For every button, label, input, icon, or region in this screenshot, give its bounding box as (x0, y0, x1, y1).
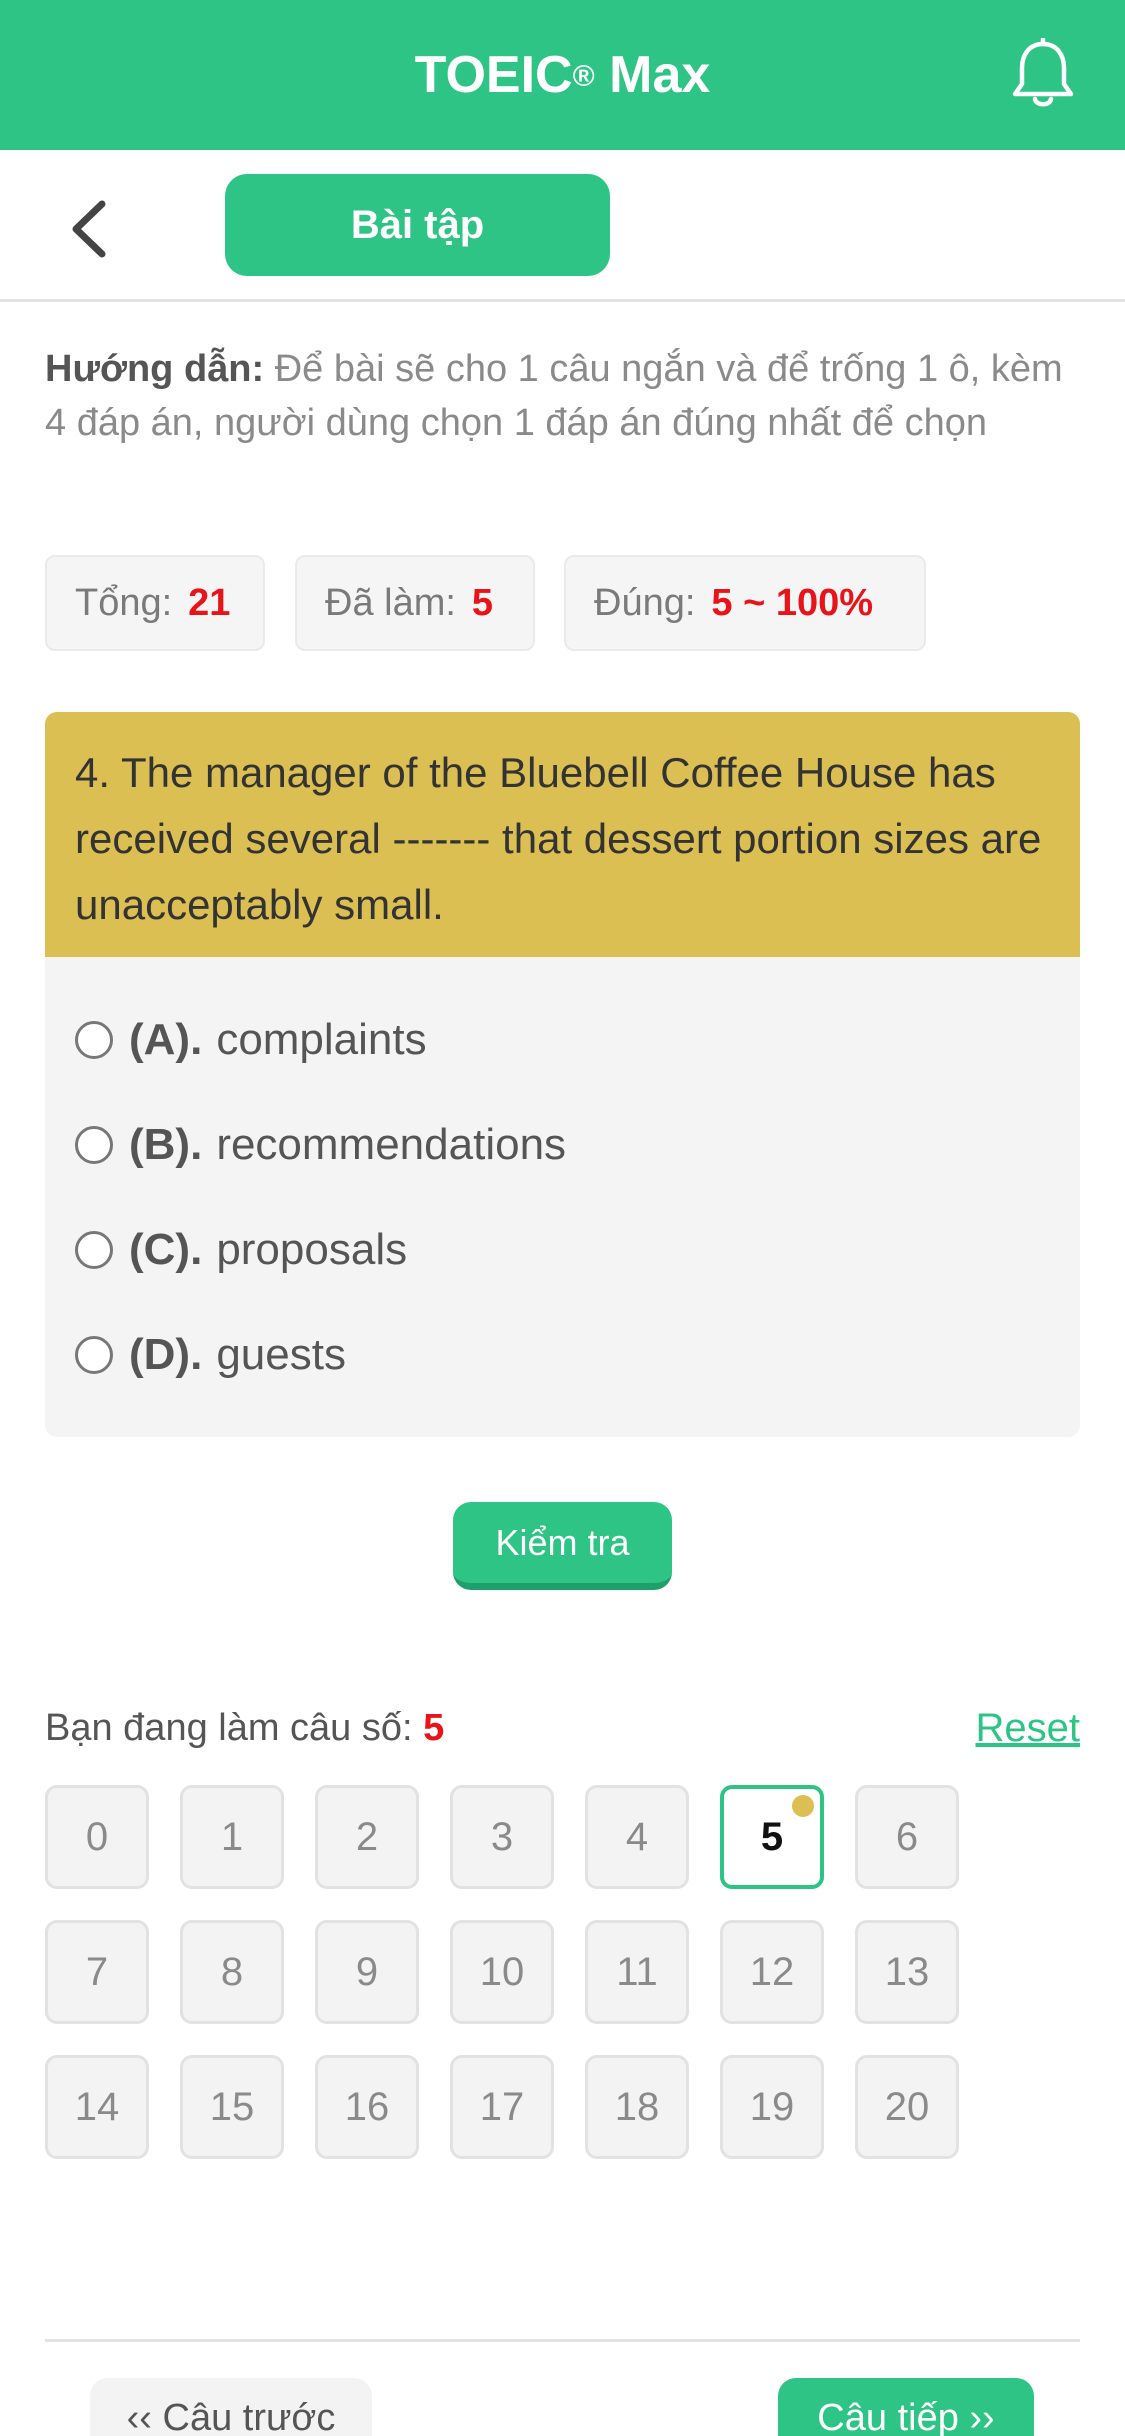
stat-done-label: Đã làm: (325, 581, 456, 624)
question-number-label: 6 (895, 1814, 919, 1859)
app-title: TOEIC® Max (0, 42, 1125, 108)
option-text: guests (216, 1330, 346, 1379)
question-number-label: 11 (616, 1949, 658, 1994)
instructions-label: Hướng dẫn: (45, 348, 265, 390)
check-button[interactable]: Kiểm tra (453, 1502, 672, 1590)
option-text: complaints (216, 1015, 427, 1064)
stat-total-value: 21 (188, 581, 231, 624)
question-number-button[interactable]: 11 (585, 1920, 689, 2024)
option-b[interactable]: (B). recommendations (75, 1105, 1035, 1185)
question-number-label: 17 (479, 2084, 525, 2129)
question-number-button[interactable]: 13 (855, 1920, 959, 2024)
stat-correct: Đúng: 5 ~ 100% (564, 555, 926, 651)
question-number-button[interactable]: 7 (45, 1920, 149, 2024)
question-text: 4. The manager of the Bluebell Coffee Ho… (45, 712, 1080, 957)
question-number-label: 13 (884, 1949, 930, 1994)
question-card: 4. The manager of the Bluebell Coffee Ho… (45, 712, 1080, 1437)
current-question-label: Bạn đang làm câu số: (45, 1707, 424, 1749)
option-c[interactable]: (C). proposals (75, 1210, 1035, 1290)
question-number-label: 16 (344, 2084, 390, 2129)
current-question-indicator: Bạn đang làm câu số: 5 (45, 1700, 444, 1756)
question-number-label: 4 (625, 1814, 649, 1859)
tab-exercise[interactable]: Bài tập (225, 174, 610, 276)
question-number-button[interactable]: 3 (450, 1785, 554, 1889)
stat-total: Tổng: 21 (45, 555, 265, 651)
question-number-label: 12 (749, 1949, 795, 1994)
question-number-label: 2 (355, 1814, 379, 1859)
current-question-number: 5 (423, 1707, 445, 1749)
question-number-button[interactable]: 20 (855, 2055, 959, 2159)
question-number-button[interactable]: 8 (180, 1920, 284, 2024)
question-number-grid: 0 1 2 3 4 5 6 7 8 9 10 11 12 13 14 15 16 17 18 19 20 (45, 1785, 1085, 2160)
answered-dot-icon (792, 1795, 814, 1817)
divider (45, 2339, 1080, 2342)
question-number-button[interactable]: 18 (585, 2055, 689, 2159)
option-text: proposals (216, 1225, 408, 1274)
stat-correct-value: 5 ~ 100% (711, 581, 874, 624)
question-number-label: 18 (614, 2084, 660, 2129)
question-number-button[interactable]: 15 (180, 2055, 284, 2159)
reset-link[interactable]: Reset (970, 1700, 1081, 1756)
stat-total-label: Tổng: (75, 581, 173, 624)
question-number-label: 20 (884, 2084, 930, 2129)
question-number-label: 5 (760, 1814, 784, 1859)
radio-circle-icon[interactable] (75, 1336, 113, 1374)
radio-circle-icon[interactable] (75, 1231, 113, 1269)
stat-done: Đã làm: 5 (295, 555, 535, 651)
question-number-label: 15 (209, 2084, 255, 2129)
stat-correct-label: Đúng: (594, 581, 696, 624)
question-number-label: 8 (220, 1949, 244, 1994)
question-number-button[interactable]: 14 (45, 2055, 149, 2159)
app-header: TOEIC® Max (0, 0, 1125, 150)
question-number-button[interactable]: 6 (855, 1785, 959, 1889)
question-number-button[interactable]: 12 (720, 1920, 824, 2024)
stat-done-value: 5 (471, 581, 494, 624)
option-letter: (D). (129, 1330, 203, 1379)
question-number-button[interactable]: 0 (45, 1785, 149, 1889)
question-number-label: 10 (479, 1949, 525, 1994)
option-text: recommendations (216, 1120, 567, 1169)
previous-question-button[interactable]: ‹‹ Câu trước (90, 2378, 372, 2436)
question-number-button[interactable]: 2 (315, 1785, 419, 1889)
next-question-button[interactable]: Câu tiếp ›› (778, 2378, 1034, 2436)
radio-circle-icon[interactable] (75, 1126, 113, 1164)
question-number-label: 1 (220, 1814, 244, 1859)
question-number-button[interactable]: 1 (180, 1785, 284, 1889)
sub-toolbar: Bài tập (0, 150, 1125, 302)
question-number-label: 0 (85, 1814, 109, 1859)
question-number-button[interactable]: 10 (450, 1920, 554, 2024)
instructions: Hướng dẫn: Để bài sẽ cho 1 câu ngắn và đ… (45, 342, 1085, 450)
question-number-label: 3 (490, 1814, 514, 1859)
question-number-label: 9 (355, 1949, 379, 1994)
question-number-button[interactable]: 16 (315, 2055, 419, 2159)
notification-bell-icon[interactable] (1010, 36, 1076, 112)
question-number-button[interactable]: 5 (720, 1785, 824, 1889)
question-number-label: 14 (74, 2084, 120, 2129)
question-number-label: 7 (85, 1949, 109, 1994)
app-title-text: TOEIC (414, 46, 573, 104)
question-number-button[interactable]: 19 (720, 2055, 824, 2159)
question-number-button[interactable]: 17 (450, 2055, 554, 2159)
option-letter: (C). (129, 1225, 203, 1274)
back-arrow-icon[interactable] (62, 194, 122, 264)
app-title-suffix: Max (594, 46, 711, 104)
option-d[interactable]: (D). guests (75, 1315, 1035, 1395)
question-number-button[interactable]: 4 (585, 1785, 689, 1889)
option-letter: (A). (129, 1015, 203, 1064)
option-letter: (B). (129, 1120, 203, 1169)
registered-mark: ® (572, 60, 595, 93)
question-number-button[interactable]: 9 (315, 1920, 419, 2024)
option-a[interactable]: (A). complaints (75, 1000, 1035, 1080)
question-number-label: 19 (749, 2084, 795, 2129)
radio-circle-icon[interactable] (75, 1021, 113, 1059)
